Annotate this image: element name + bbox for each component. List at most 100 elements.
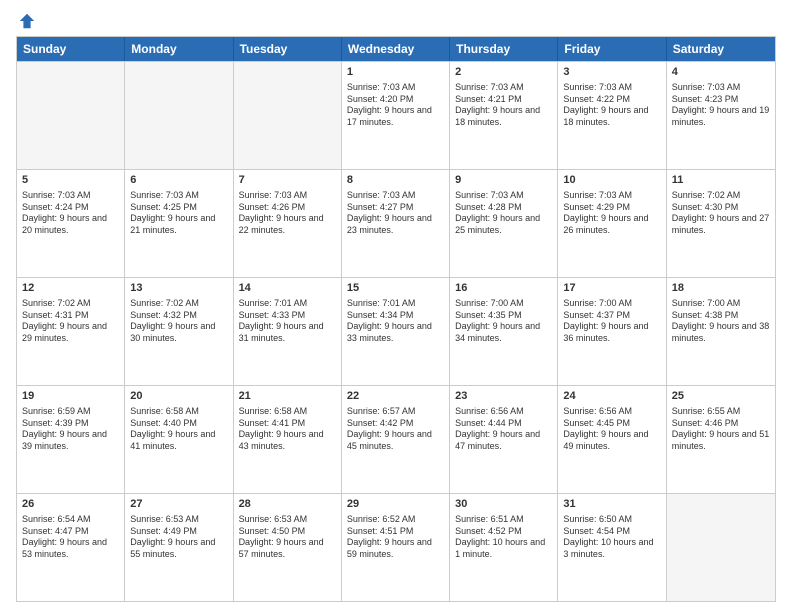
day-number: 15	[347, 281, 444, 296]
daylight-line: Daylight: 9 hours and 45 minutes.	[347, 429, 444, 452]
sunset-line: Sunset: 4:47 PM	[22, 526, 119, 538]
calendar-cell: 7Sunrise: 7:03 AMSunset: 4:26 PMDaylight…	[234, 170, 342, 277]
daylight-line: Daylight: 9 hours and 59 minutes.	[347, 537, 444, 560]
calendar-cell: 23 Sunrise: 6:56 AMSunset: 4:44 PMDayligh…	[450, 386, 558, 493]
day-number: 17	[563, 281, 660, 296]
weekday-header: Sunday	[17, 37, 125, 61]
daylight-line: Daylight: 9 hours and 43 minutes.	[239, 429, 336, 452]
sunset-line: Sunset: 4:26 PM	[239, 202, 336, 214]
sunset-line: Sunset: 4:49 PM	[130, 526, 227, 538]
calendar-cell: 17Sunrise: 7:00 AMSunset: 4:37 PMDayligh…	[558, 278, 666, 385]
calendar-week: 1Sunrise: 7:03 AMSunset: 4:20 PMDaylight…	[17, 61, 775, 169]
sunrise-line: Sunrise: 7:03 AM	[563, 190, 660, 202]
sunrise-line: Sunrise: 6:54 AM	[22, 514, 119, 526]
daylight-line: Daylight: 9 hours and 18 minutes.	[563, 105, 660, 128]
daylight-line: Daylight: 9 hours and 23 minutes.	[347, 213, 444, 236]
sunrise-line: Sunrise: 6:55 AM	[672, 406, 770, 418]
calendar-body: 1Sunrise: 7:03 AMSunset: 4:20 PMDaylight…	[17, 61, 775, 601]
day-number: 1	[347, 65, 444, 80]
sunset-line: Sunset: 4:34 PM	[347, 310, 444, 322]
calendar-week: 12Sunrise: 7:02 AMSunset: 4:31 PMDayligh…	[17, 277, 775, 385]
calendar-cell: 18Sunrise: 7:00 AMSunset: 4:38 PMDayligh…	[667, 278, 775, 385]
day-number: 29	[347, 497, 444, 512]
calendar-week: 5Sunrise: 7:03 AMSunset: 4:24 PMDaylight…	[17, 169, 775, 277]
calendar-cell: 2Sunrise: 7:03 AMSunset: 4:21 PMDaylight…	[450, 62, 558, 169]
day-number: 18	[672, 281, 770, 296]
day-number: 6	[130, 173, 227, 188]
sunset-line: Sunset: 4:51 PM	[347, 526, 444, 538]
day-number: 10	[563, 173, 660, 188]
sunrise-line: Sunrise: 7:02 AM	[22, 298, 119, 310]
day-number: 23	[455, 389, 552, 404]
sunset-line: Sunset: 4:27 PM	[347, 202, 444, 214]
day-number: 20	[130, 389, 227, 404]
sunrise-line: Sunrise: 7:03 AM	[347, 82, 444, 94]
sunrise-line: Sunrise: 7:00 AM	[672, 298, 770, 310]
day-number: 25	[672, 389, 770, 404]
weekday-header: Wednesday	[342, 37, 450, 61]
daylight-line: Daylight: 9 hours and 29 minutes.	[22, 321, 119, 344]
calendar: SundayMondayTuesdayWednesdayThursdayFrid…	[16, 36, 776, 602]
daylight-line: Daylight: 9 hours and 21 minutes.	[130, 213, 227, 236]
sunset-line: Sunset: 4:30 PM	[672, 202, 770, 214]
calendar-week: 26Sunrise: 6:54 AMSunset: 4:47 PMDayligh…	[17, 493, 775, 601]
sunrise-line: Sunrise: 7:03 AM	[563, 82, 660, 94]
daylight-line: Daylight: 9 hours and 17 minutes.	[347, 105, 444, 128]
calendar-cell: 25 Sunrise: 6:55 AMSunset: 4:46 PMDayligh…	[667, 386, 775, 493]
daylight-line: Daylight: 9 hours and 18 minutes.	[455, 105, 552, 128]
daylight-line: Daylight: 9 hours and 47 minutes.	[455, 429, 552, 452]
logo	[16, 12, 36, 30]
daylight-line: Daylight: 9 hours and 19 minutes.	[672, 105, 770, 128]
calendar-cell	[125, 62, 233, 169]
daylight-line: Daylight: 9 hours and 27 minutes.	[672, 213, 770, 236]
sunset-line: Sunset: 4:44 PM	[455, 418, 552, 430]
sunrise-line: Sunrise: 6:52 AM	[347, 514, 444, 526]
sunrise-line: Sunrise: 7:03 AM	[130, 190, 227, 202]
sunrise-line: Sunrise: 6:53 AM	[239, 514, 336, 526]
calendar-cell: 22Sunrise: 6:57 AMSunset: 4:42 PMDayligh…	[342, 386, 450, 493]
calendar-cell: 31Sunrise: 6:50 AMSunset: 4:54 PMDayligh…	[558, 494, 666, 601]
calendar-cell: 12 Sunrise: 7:02 AMSunset: 4:31 PMDayligh…	[17, 278, 125, 385]
daylight-line: Daylight: 9 hours and 53 minutes.	[22, 537, 119, 560]
daylight-line: Daylight: 9 hours and 22 minutes.	[239, 213, 336, 236]
sunset-line: Sunset: 4:20 PM	[347, 94, 444, 106]
daylight-line: Daylight: 9 hours and 51 minutes.	[672, 429, 770, 452]
daylight-line: Daylight: 9 hours and 41 minutes.	[130, 429, 227, 452]
sunrise-line: Sunrise: 7:00 AM	[563, 298, 660, 310]
day-number: 28	[239, 497, 336, 512]
daylight-line: Daylight: 9 hours and 26 minutes.	[563, 213, 660, 236]
day-number: 12	[22, 281, 119, 296]
sunset-line: Sunset: 4:32 PM	[130, 310, 227, 322]
daylight-line: Daylight: 9 hours and 36 minutes.	[563, 321, 660, 344]
day-number: 5	[22, 173, 119, 188]
calendar-cell: 19Sunrise: 6:59 AMSunset: 4:39 PMDayligh…	[17, 386, 125, 493]
day-number: 21	[239, 389, 336, 404]
sunset-line: Sunset: 4:28 PM	[455, 202, 552, 214]
day-number: 31	[563, 497, 660, 512]
weekday-header: Monday	[125, 37, 233, 61]
calendar-cell: 9Sunrise: 7:03 AMSunset: 4:28 PMDaylight…	[450, 170, 558, 277]
sunset-line: Sunset: 4:31 PM	[22, 310, 119, 322]
sunset-line: Sunset: 4:40 PM	[130, 418, 227, 430]
day-number: 4	[672, 65, 770, 80]
daylight-line: Daylight: 9 hours and 31 minutes.	[239, 321, 336, 344]
calendar-header: SundayMondayTuesdayWednesdayThursdayFrid…	[17, 37, 775, 61]
day-number: 2	[455, 65, 552, 80]
sunset-line: Sunset: 4:25 PM	[130, 202, 227, 214]
sunrise-line: Sunrise: 7:03 AM	[455, 190, 552, 202]
calendar-cell: 21Sunrise: 6:58 AMSunset: 4:41 PMDayligh…	[234, 386, 342, 493]
daylight-line: Daylight: 9 hours and 33 minutes.	[347, 321, 444, 344]
daylight-line: Daylight: 9 hours and 25 minutes.	[455, 213, 552, 236]
calendar-cell: 26Sunrise: 6:54 AMSunset: 4:47 PMDayligh…	[17, 494, 125, 601]
sunrise-line: Sunrise: 7:03 AM	[455, 82, 552, 94]
sunrise-line: Sunrise: 6:56 AM	[455, 406, 552, 418]
day-number: 3	[563, 65, 660, 80]
sunrise-line: Sunrise: 6:56 AM	[563, 406, 660, 418]
day-number: 13	[130, 281, 227, 296]
sunrise-line: Sunrise: 7:01 AM	[347, 298, 444, 310]
sunset-line: Sunset: 4:46 PM	[672, 418, 770, 430]
daylight-line: Daylight: 9 hours and 38 minutes.	[672, 321, 770, 344]
day-number: 24	[563, 389, 660, 404]
day-number: 22	[347, 389, 444, 404]
sunrise-line: Sunrise: 6:57 AM	[347, 406, 444, 418]
